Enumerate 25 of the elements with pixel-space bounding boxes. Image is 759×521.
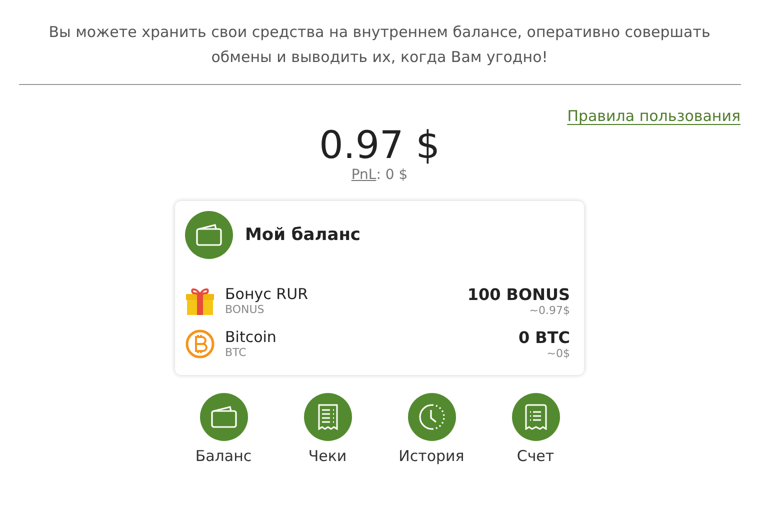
- invoice-icon: [524, 404, 546, 430]
- pnl-value: : 0 $: [376, 167, 408, 183]
- action-button[interactable]: Чеки: [294, 393, 360, 465]
- gift-icon: [185, 286, 215, 316]
- asset-amount: 100 BONUS: [467, 284, 570, 304]
- asset-usd-value: ~0.97$: [529, 304, 570, 316]
- pnl-link[interactable]: PnL: [351, 167, 376, 183]
- asset-code: BTC: [225, 346, 248, 359]
- bitcoin-icon: [185, 328, 215, 358]
- asset-code: BONUS: [225, 303, 266, 316]
- card-title: Мой баланс: [245, 225, 361, 245]
- rules-link[interactable]: Правила пользования: [567, 107, 740, 125]
- action-button[interactable]: Счет: [502, 393, 568, 465]
- asset-name: Bitcoin: [225, 328, 278, 346]
- wallet-icon: [210, 406, 236, 428]
- action-button[interactable]: Баланс: [190, 393, 256, 465]
- clock-icon: [418, 404, 444, 430]
- intro-text: Вы можете хранить свои средства на внутреннем балансе, оперативно совершать обмены и выводить их, когда Вам угодно!: [48, 22, 712, 68]
- action-button[interactable]: История: [398, 393, 464, 465]
- asset-name: Бонус RUR: [225, 285, 309, 303]
- total-balance: 0.97 $: [319, 123, 440, 167]
- wallet-icon: [196, 224, 222, 246]
- receipt-icon: [316, 404, 338, 430]
- asset-amount: 0 BTC: [518, 328, 570, 346]
- asset-usd-value: ~0$: [546, 346, 570, 360]
